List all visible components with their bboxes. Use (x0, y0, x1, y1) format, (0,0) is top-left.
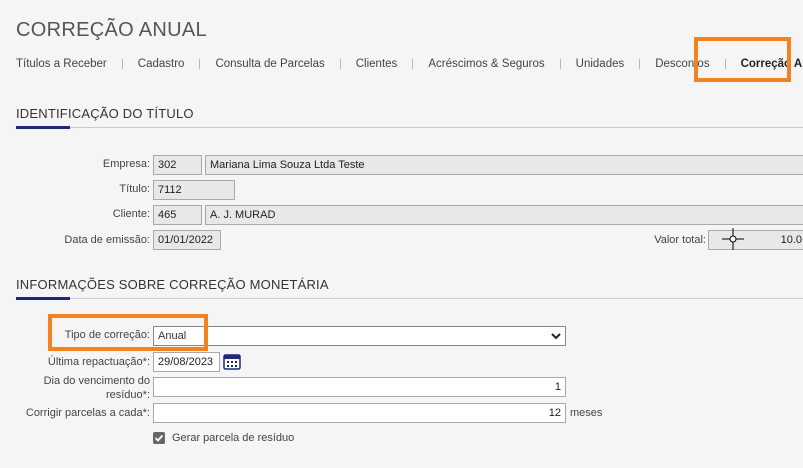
titulo-label: Título: (119, 183, 150, 195)
dia-vencimento-label: Dia do vencimento do resíduo*: (44, 374, 150, 402)
titulo-field[interactable]: 7112 (153, 180, 235, 200)
tab-cadastro[interactable]: Cadastro (138, 58, 185, 70)
crosshair-cursor-icon (722, 228, 744, 250)
corrigir-parcelas-field[interactable]: 12 (153, 403, 566, 423)
select-highlight-box (48, 314, 208, 351)
tab-separator (121, 59, 123, 69)
tab-consulta-parcelas[interactable]: Consulta de Parcelas (215, 58, 324, 70)
tab-unidades[interactable]: Unidades (576, 58, 625, 70)
section-divider (16, 298, 803, 299)
section-title-identificacao: IDENTIFICAÇÃO DO TÍTULO (16, 106, 194, 121)
empresa-code-field[interactable]: 302 (153, 155, 202, 175)
tab-bar: Títulos a Receber Cadastro Consulta de P… (16, 56, 803, 72)
tab-separator (339, 59, 341, 69)
dia-vencimento-label-line1: Dia do vencimento do (43, 375, 150, 387)
cliente-name-field[interactable]: A. J. MURAD (205, 205, 803, 225)
repactuacao-label: Última repactuação*: (47, 356, 150, 368)
tab-highlight-box (694, 37, 791, 82)
gerar-residuo-checkbox[interactable] (153, 432, 165, 444)
tab-separator (639, 59, 641, 69)
check-icon (154, 434, 164, 442)
tipo-correcao-select[interactable]: Anual (153, 326, 566, 346)
section-divider (16, 127, 803, 128)
emissao-field[interactable]: 01/01/2022 (153, 230, 221, 250)
tab-titulos-a-receber[interactable]: Títulos a Receber (16, 58, 107, 70)
repactuacao-field[interactable]: 29/08/2023 (153, 352, 220, 372)
cliente-label: Cliente: (112, 208, 150, 220)
page-title: CORREÇÃO ANUAL (16, 19, 207, 41)
dia-vencimento-field[interactable]: 1 (153, 377, 566, 397)
section-accent-bar (16, 126, 70, 129)
dia-vencimento-label-line2: resíduo*: (105, 389, 150, 401)
tab-separator (559, 59, 561, 69)
corrigir-unit-label: meses (570, 407, 603, 419)
tab-separator (199, 59, 201, 69)
emissao-label: Data de emissão: (64, 234, 150, 246)
calendar-icon[interactable] (223, 352, 241, 370)
tab-clientes[interactable]: Clientes (356, 58, 398, 70)
chevron-down-icon (551, 333, 561, 340)
gerar-residuo-label: Gerar parcela de resíduo (172, 432, 295, 444)
section-title-correcao: INFORMAÇÕES SOBRE CORREÇÃO MONETÁRIA (16, 277, 329, 292)
corrigir-parcelas-label: Corrigir parcelas a cada*: (25, 407, 150, 419)
empresa-label: Empresa: (102, 158, 150, 170)
empresa-name-field[interactable]: Mariana Lima Souza Ltda Teste (205, 155, 803, 175)
valor-total-label: Valor total: (654, 234, 706, 246)
section-accent-bar (16, 297, 70, 300)
cliente-code-field[interactable]: 465 (153, 205, 202, 225)
tab-acrescimos-seguros[interactable]: Acréscimos & Seguros (428, 58, 544, 70)
tab-separator (412, 59, 414, 69)
